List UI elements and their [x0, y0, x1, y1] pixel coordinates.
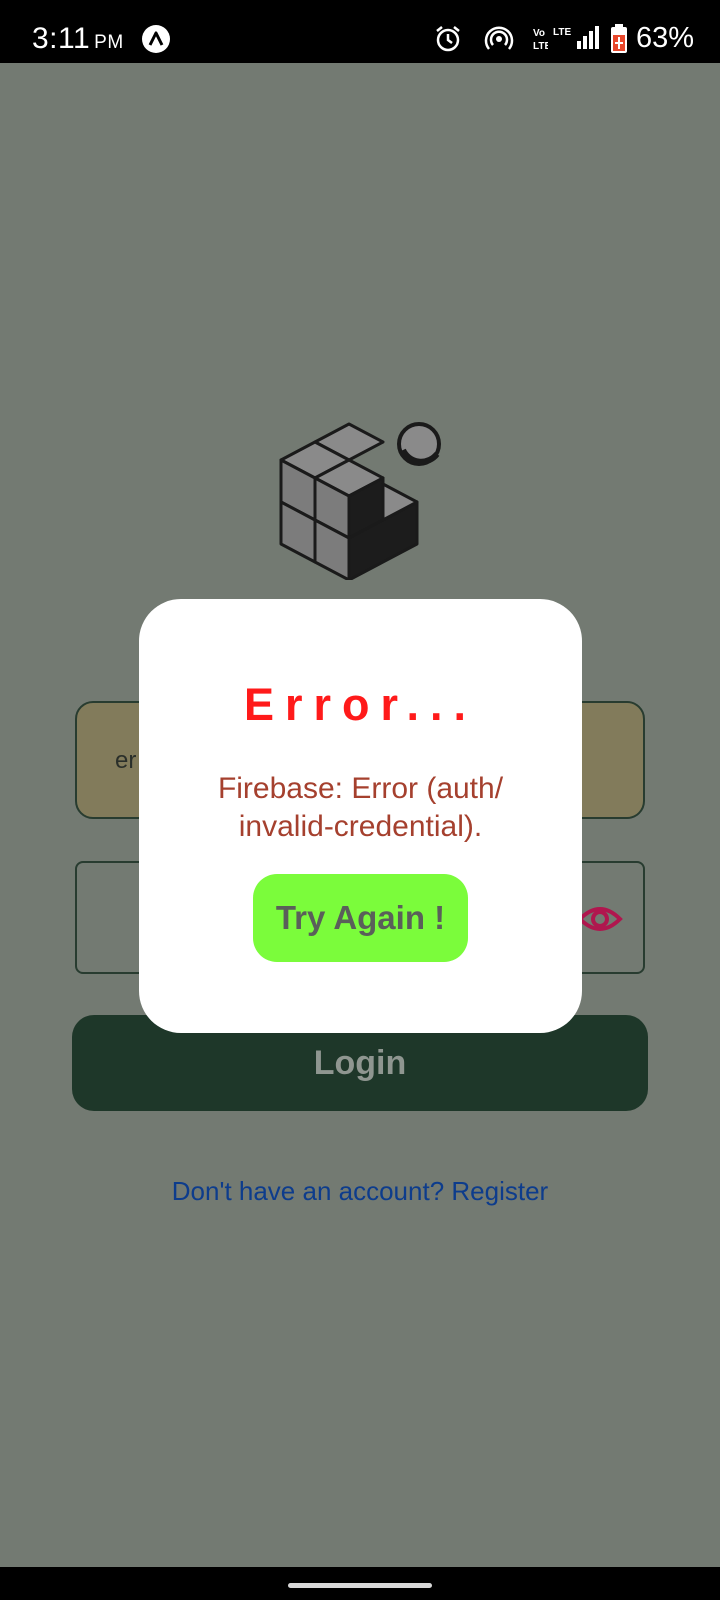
dialog-title: Error... — [243, 679, 478, 730]
error-dialog: Error... Firebase: Error (auth/ invalid-… — [139, 599, 582, 1033]
home-gesture-handle[interactable] — [288, 1583, 432, 1588]
svg-text:LTE: LTE — [553, 27, 571, 38]
status-time: 3:11 PM — [32, 22, 124, 55]
app-notification-icon — [142, 25, 170, 53]
hotspot-icon — [484, 26, 514, 50]
app-logo — [279, 422, 441, 580]
alarm-icon — [436, 26, 460, 52]
email-placeholder: er — [115, 747, 137, 774]
volte-icon: Vo LTE — [533, 28, 548, 52]
lte-signal-icon: LTE — [553, 26, 599, 49]
dialog-message: Firebase: Error (auth/ invalid-credentia… — [217, 772, 504, 843]
battery-icon — [611, 24, 627, 53]
register-link[interactable]: Don't have an account? Register — [0, 1176, 720, 1207]
eye-icon[interactable] — [577, 897, 623, 941]
try-again-button[interactable]: Try Again ! — [253, 874, 468, 962]
svg-text:Vo: Vo — [533, 28, 545, 39]
battery-percentage: 63% — [636, 22, 695, 54]
navigation-bar — [0, 1567, 720, 1600]
status-bar: 3:11 PM Vo LTE LTE 63% — [0, 0, 720, 63]
svg-text:LTE: LTE — [533, 41, 548, 52]
